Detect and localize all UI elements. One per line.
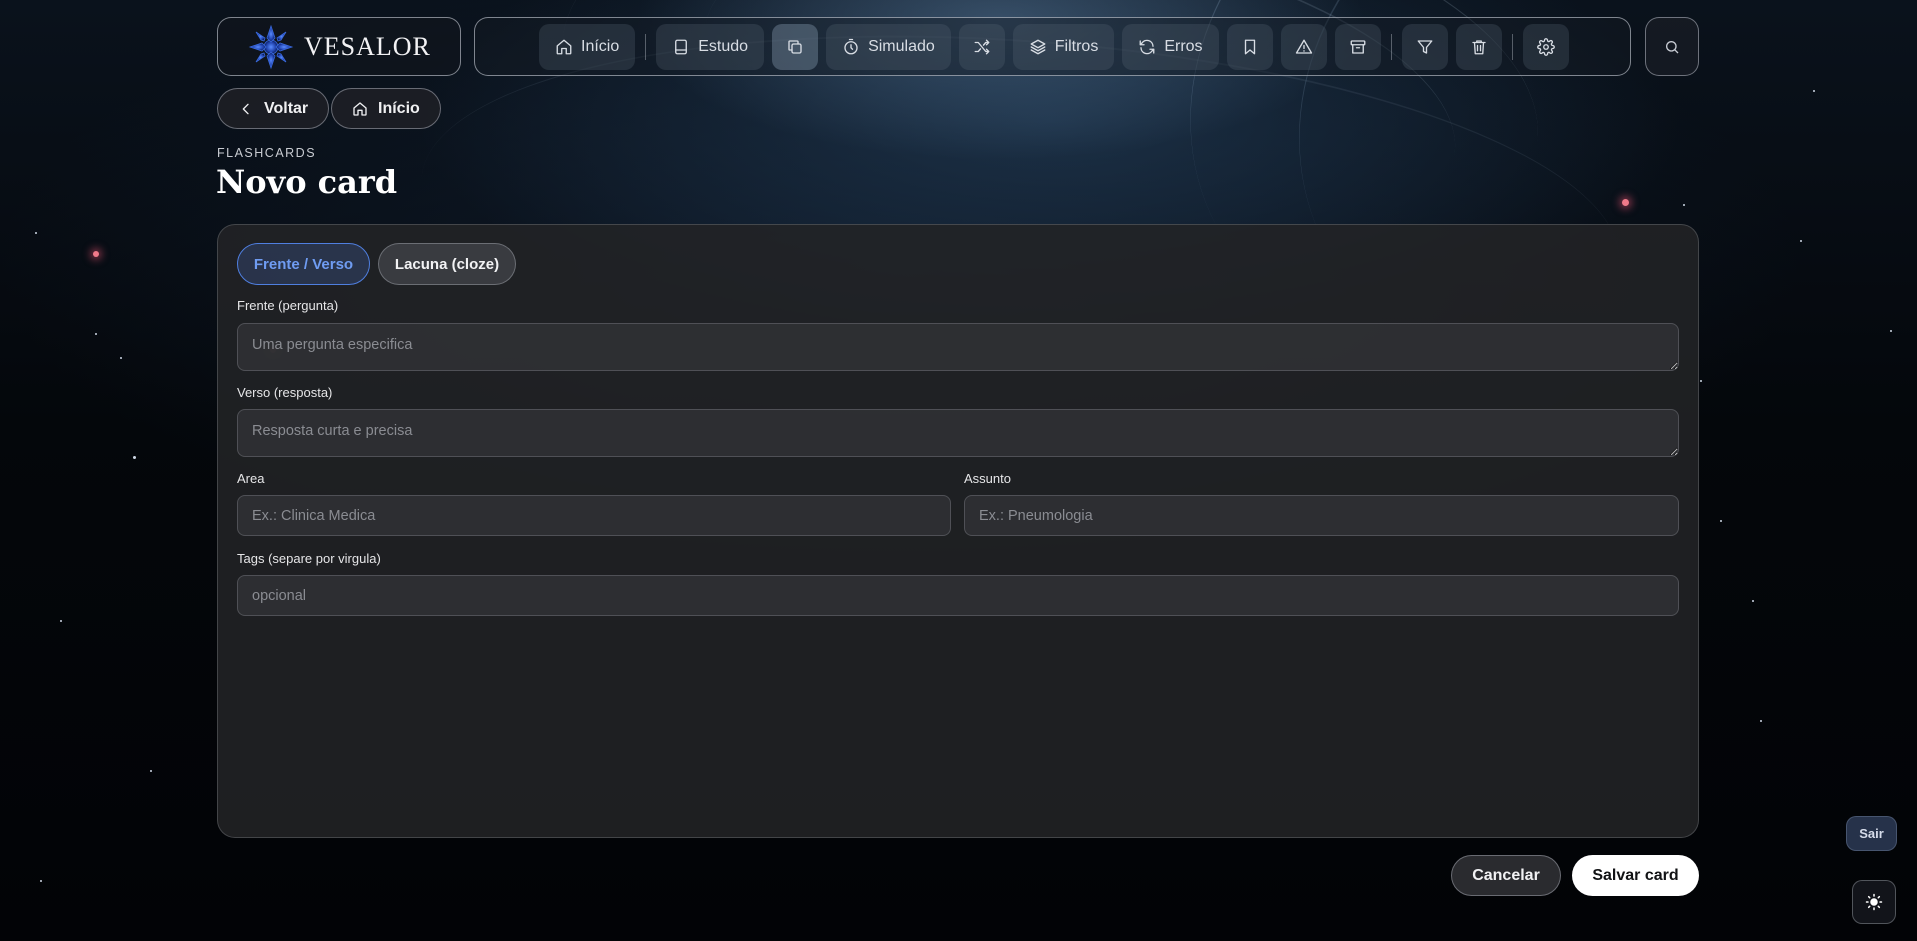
front-label: Frente (pergunta)	[237, 298, 339, 313]
brand-logo-box[interactable]: VESALOR	[217, 17, 461, 76]
book-icon	[675, 39, 688, 54]
nav-divider	[645, 33, 647, 60]
nav-archive-button[interactable]	[1334, 23, 1381, 70]
nav-estudo-label: Estudo	[698, 37, 749, 55]
nav-filter-button[interactable]	[1401, 23, 1448, 70]
tab-cloze[interactable]: Lacuna (cloze)	[378, 243, 516, 285]
home-button[interactable]: Início	[331, 88, 441, 129]
copy-cards-icon	[788, 39, 802, 54]
back-field[interactable]	[237, 409, 1679, 457]
nav-simulado-label: Simulado	[868, 37, 935, 55]
gear-icon	[1536, 37, 1555, 56]
nav-settings-button[interactable]	[1522, 23, 1569, 70]
shuffle-icon	[974, 39, 990, 54]
area-label: Area	[237, 471, 265, 486]
logout-button[interactable]: Sair	[1846, 816, 1897, 851]
nav-inicio-label: Início	[581, 37, 620, 55]
front-field[interactable]	[237, 323, 1679, 371]
chevron-left-icon	[242, 103, 249, 114]
snowflake-logo-icon	[248, 24, 294, 69]
section-kicker: FLASHCARDS	[217, 146, 317, 160]
archive-icon	[1350, 39, 1365, 54]
nav-simulado-button[interactable]: Simulado	[826, 23, 951, 70]
refresh-icon	[1139, 39, 1155, 54]
bookmark-icon	[1244, 39, 1255, 54]
new-card-form: Frente / Verso Lacuna (cloze) Frente (pe…	[217, 224, 1699, 838]
nav-divider	[1511, 33, 1513, 60]
nav-flashcards-button[interactable]	[772, 23, 819, 70]
save-card-button[interactable]: Salvar card	[1572, 855, 1699, 896]
tags-field[interactable]	[237, 575, 1679, 616]
page-title: Novo card	[216, 163, 398, 201]
brand-name: VESALOR	[304, 31, 431, 61]
nav-filtros-label: Filtros	[1054, 37, 1099, 55]
home-button-label: Início	[378, 99, 420, 117]
layers-icon	[1030, 39, 1046, 54]
back-button[interactable]: Voltar	[217, 88, 330, 129]
cancel-button[interactable]: Cancelar	[1451, 855, 1561, 896]
nav-shuffle-button[interactable]	[958, 23, 1005, 70]
nav-trash-button[interactable]	[1455, 23, 1502, 70]
timer-icon	[844, 38, 858, 54]
search-button[interactable]	[1645, 17, 1699, 76]
theme-toggle-button[interactable]	[1852, 880, 1896, 924]
tags-label: Tags (separe por virgula)	[237, 551, 381, 566]
home-icon	[556, 39, 572, 54]
back-button-label: Voltar	[264, 99, 309, 117]
nav-inicio-button[interactable]: Início	[539, 23, 636, 70]
nav-erros-button[interactable]: Erros	[1122, 23, 1219, 70]
area-field[interactable]	[237, 495, 951, 536]
trash-icon	[1471, 39, 1486, 54]
filter-icon	[1417, 39, 1432, 54]
nav-alert-button[interactable]	[1280, 23, 1327, 70]
subject-label: Assunto	[964, 471, 1011, 486]
nav-divider	[1390, 33, 1392, 60]
nav-erros-label: Erros	[1164, 37, 1203, 55]
home-icon	[353, 101, 367, 116]
nav-filtros-button[interactable]: Filtros	[1012, 23, 1115, 70]
subject-field[interactable]	[964, 495, 1679, 536]
nav-estudo-button[interactable]: Estudo	[656, 23, 765, 70]
tab-front-back[interactable]: Frente / Verso	[237, 243, 370, 285]
nav-bookmark-button[interactable]	[1226, 23, 1273, 70]
back-label: Verso (resposta)	[237, 385, 333, 400]
search-icon	[1666, 40, 1679, 53]
warning-icon	[1295, 39, 1312, 54]
main-navbar: Início Estudo Simulado Filtros Erros	[474, 17, 1631, 76]
sun-icon	[1865, 893, 1883, 911]
